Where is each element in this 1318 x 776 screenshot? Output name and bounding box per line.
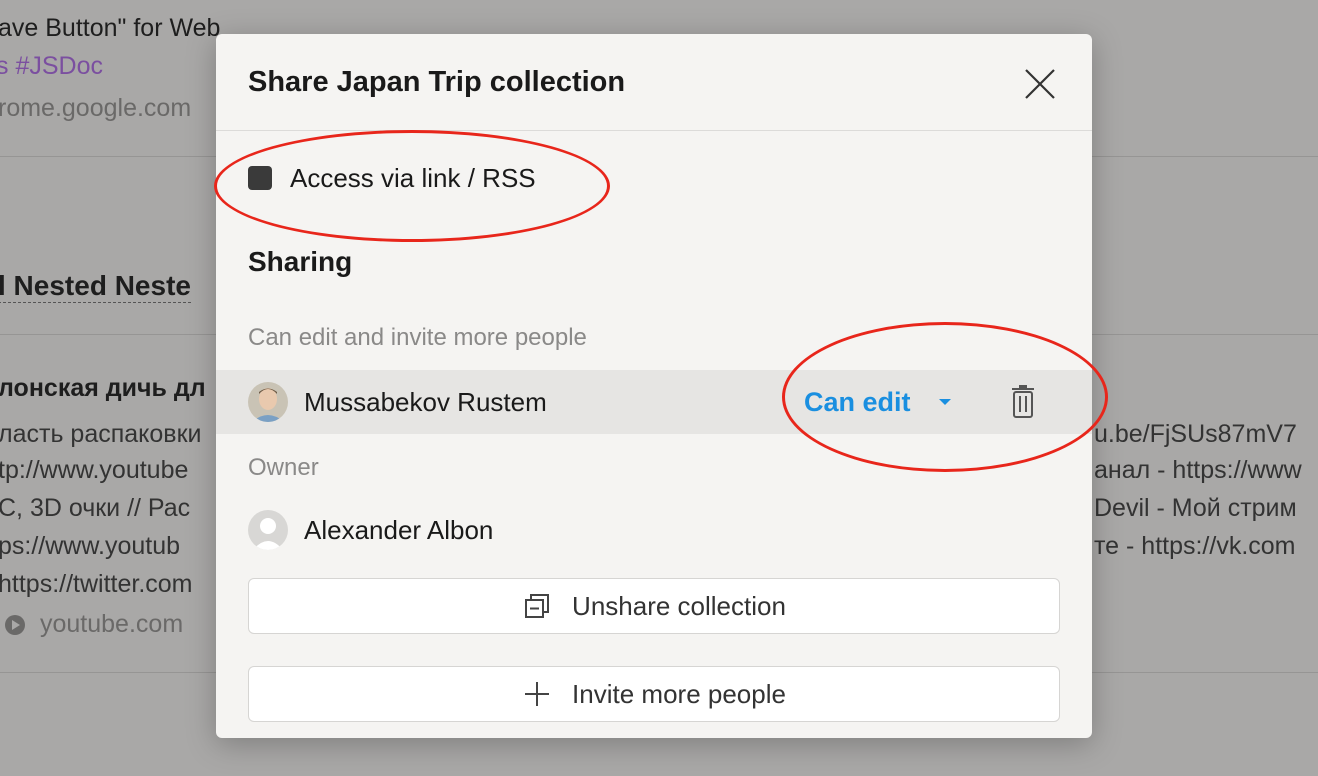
annotation-ellipse — [214, 130, 610, 242]
bg-title: лонская дичь дл — [0, 374, 206, 402]
bg-text: ласть распаковки — [0, 420, 202, 448]
bg-text: u.be/FjSUs87mV7 — [1094, 420, 1297, 448]
bg-domain: rome.google.com — [0, 94, 192, 122]
owner-name: Alexander Albon — [304, 514, 494, 545]
sharing-heading: Sharing — [248, 246, 353, 277]
invite-button-label: Invite more people — [572, 678, 786, 709]
avatar — [248, 510, 288, 550]
invite-more-people-button[interactable]: Invite more people — [248, 666, 1060, 722]
editors-group-label: Can edit and invite more people — [248, 324, 587, 351]
bg-text: ave Button" for Web — [0, 14, 221, 42]
collaborator-name: Mussabekov Rustem — [304, 386, 547, 417]
bg-text: те - https://vk.com — [1094, 532, 1296, 560]
bg-heading: l Nested Neste — [0, 270, 191, 303]
bg-text: C, 3D очки // Рас — [0, 494, 191, 522]
owner-group-label: Owner — [248, 454, 319, 481]
dialog-header: Share Japan Trip collection — [216, 34, 1092, 131]
dialog-title: Share Japan Trip collection — [248, 66, 626, 98]
unshare-icon — [525, 594, 550, 618]
bg-text: tp://www.youtube — [0, 456, 189, 484]
unshare-button-label: Unshare collection — [572, 590, 786, 621]
bg-tags: s #JSDoc — [0, 52, 103, 80]
plus-icon — [525, 682, 550, 706]
owner-row: Alexander Albon — [216, 498, 1092, 562]
unshare-collection-button[interactable]: Unshare collection — [248, 578, 1060, 634]
bg-domain: youtube.com — [40, 610, 184, 638]
play-icon — [5, 615, 25, 635]
bg-text: ps://www.youtub — [0, 532, 181, 560]
bg-text: https://twitter.com — [0, 570, 193, 598]
annotation-ellipse — [782, 322, 1108, 472]
close-icon[interactable] — [1022, 66, 1058, 102]
bg-text: Devil - Мой стрим — [1094, 494, 1297, 522]
avatar — [248, 382, 288, 422]
bg-text: анал - https://www — [1094, 456, 1302, 484]
